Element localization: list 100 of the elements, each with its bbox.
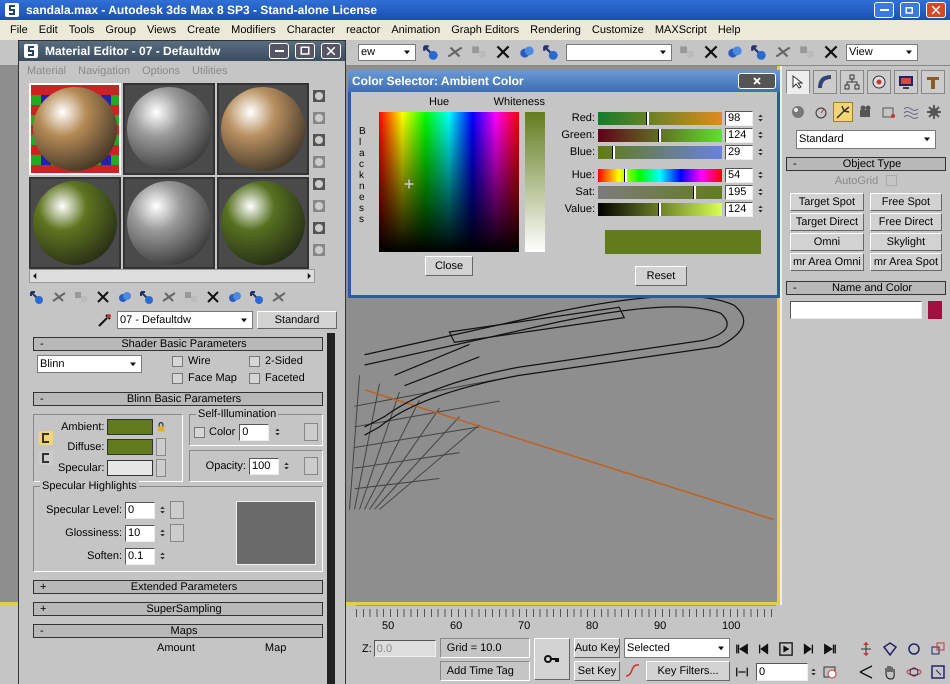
command-panel-tab[interactable] — [786, 70, 810, 94]
channel-value-field[interactable]: 124 — [725, 202, 753, 216]
close-button[interactable] — [321, 43, 341, 59]
menu-item[interactable]: Tools — [68, 24, 94, 36]
slider-thumb[interactable] — [624, 168, 628, 182]
menu-item[interactable]: reactor — [346, 24, 380, 36]
channel-value-field[interactable]: 29 — [725, 144, 753, 160]
channel-slider[interactable] — [598, 168, 722, 182]
rollout-header[interactable]: - Maps — [33, 624, 323, 638]
menu-item[interactable]: Help — [718, 24, 740, 36]
category-button[interactable] — [833, 102, 854, 122]
diamond-icon[interactable] — [882, 641, 898, 658]
material-name-dropdown[interactable]: 07 - Defaultdw — [117, 311, 253, 329]
self-illumination-field[interactable]: 0 — [239, 424, 270, 440]
maximize-button[interactable] — [295, 43, 315, 59]
rollout-header[interactable]: - Blinn Basic Parameters — [33, 392, 323, 406]
slider-thumb[interactable] — [646, 112, 649, 124]
restore-button[interactable] — [900, 2, 920, 18]
frame-field[interactable]: 0 — [756, 662, 808, 681]
go-to-end-icon[interactable] — [822, 642, 838, 656]
play-icon[interactable] — [778, 642, 794, 656]
object-type-button[interactable]: Target Spot — [790, 192, 864, 211]
opacity-field[interactable]: 100 — [249, 458, 279, 474]
auto-key-button[interactable]: Auto Key — [574, 638, 620, 658]
lock-icon[interactable] — [156, 420, 166, 434]
lock-diffuse-icon[interactable] — [38, 449, 54, 467]
field-of-view-icon[interactable] — [858, 664, 874, 680]
close-button[interactable] — [738, 73, 776, 89]
set-keys-button[interactable] — [534, 638, 570, 680]
self-illumination-checkbox[interactable] — [194, 426, 205, 438]
option-checkbox[interactable] — [249, 372, 260, 384]
slider-thumb[interactable] — [658, 202, 662, 216]
channel-slider[interactable] — [598, 202, 722, 216]
menu-item[interactable]: Edit — [38, 24, 58, 36]
option-checkbox[interactable] — [172, 356, 183, 366]
rollout-header[interactable]: + SuperSampling — [33, 602, 323, 616]
channel-value-field[interactable]: 124 — [725, 128, 753, 142]
key-filters-button[interactable]: Key Filters... — [646, 660, 730, 681]
whiteness-bar[interactable] — [525, 112, 545, 252]
lock-ambient-icon[interactable] — [38, 429, 54, 447]
close-button[interactable] — [926, 2, 946, 18]
menu-item[interactable]: Rendering — [530, 24, 581, 36]
horizontal-scrollbar[interactable] — [29, 269, 315, 283]
type-dropdown[interactable]: Standard — [796, 130, 936, 149]
menu-item[interactable]: Character — [286, 24, 336, 36]
eyedropper-icon[interactable] — [97, 312, 113, 328]
object-type-button[interactable]: Free Direct — [870, 212, 942, 231]
channel-value-field[interactable]: 195 — [725, 184, 753, 200]
menu-item[interactable]: Views — [146, 24, 176, 36]
channel-value-field[interactable]: 98 — [725, 110, 753, 126]
command-panel-tab[interactable] — [867, 70, 891, 94]
channel-slider[interactable] — [598, 146, 722, 158]
rollout-header[interactable]: - Shader Basic Parameters — [33, 337, 323, 351]
color-swatch[interactable] — [107, 419, 154, 435]
reset-button[interactable]: Reset — [635, 266, 687, 286]
selection-filter-dropdown[interactable]: ew — [358, 44, 416, 61]
parameter-field[interactable]: 0.1 — [125, 548, 155, 565]
menu-item[interactable]: Group — [105, 24, 136, 36]
add-time-tag-button[interactable]: Add Time Tag — [440, 660, 530, 681]
channel-slider[interactable] — [598, 112, 722, 124]
minimize-button[interactable] — [269, 43, 289, 59]
menu-item[interactable]: Customize — [592, 24, 644, 36]
slider-thumb[interactable] — [612, 146, 616, 158]
menu-item[interactable]: Animation — [391, 24, 440, 36]
object-type-button[interactable]: Skylight — [870, 232, 942, 251]
menu-item[interactable]: MAXScript — [654, 24, 707, 36]
rollout-header[interactable]: - Name and Color — [786, 280, 946, 295]
shader-dropdown[interactable]: Blinn — [37, 355, 142, 373]
option-checkbox[interactable] — [249, 356, 260, 366]
color-swatch[interactable] — [107, 460, 154, 476]
channel-value-field[interactable]: 54 — [725, 168, 753, 182]
object-type-button[interactable]: Target Direct — [790, 212, 864, 231]
close-button[interactable]: Close — [425, 256, 473, 276]
object-color-swatch[interactable] — [928, 300, 942, 319]
object-name-field[interactable] — [790, 300, 922, 319]
rollout-header[interactable]: - Object Type — [786, 156, 946, 171]
key-mode-dropdown[interactable]: Selected — [624, 638, 730, 658]
slider-thumb[interactable] — [658, 128, 662, 142]
hue-blackness-picker[interactable] — [379, 112, 519, 252]
channel-slider[interactable] — [598, 186, 722, 198]
object-type-button[interactable]: Free Spot — [870, 192, 942, 211]
object-type-button[interactable]: mr Area Omni — [790, 252, 864, 271]
rollout-header[interactable]: + Extended Parameters — [33, 580, 323, 594]
channel-slider[interactable] — [598, 128, 722, 142]
parameter-field[interactable]: 0 — [125, 502, 155, 519]
slider-thumb[interactable] — [692, 186, 696, 198]
option-checkbox[interactable] — [172, 372, 183, 384]
named-selection-dropdown[interactable] — [566, 44, 672, 61]
command-panel-tab[interactable] — [894, 70, 918, 94]
parameter-field[interactable]: 10 — [125, 524, 155, 542]
set-key-button[interactable]: Set Key — [574, 660, 620, 681]
go-to-start-icon[interactable] — [734, 642, 750, 656]
command-panel-tab[interactable] — [840, 70, 864, 94]
view-dropdown[interactable]: View — [846, 44, 918, 61]
object-type-button[interactable]: Omni — [790, 232, 864, 251]
command-panel-tab[interactable] — [813, 70, 837, 94]
menu-item[interactable]: Create — [187, 24, 220, 36]
menu-item[interactable]: Graph Editors — [451, 24, 520, 36]
color-swatch[interactable] — [107, 439, 154, 455]
curve-icon[interactable] — [624, 662, 642, 679]
